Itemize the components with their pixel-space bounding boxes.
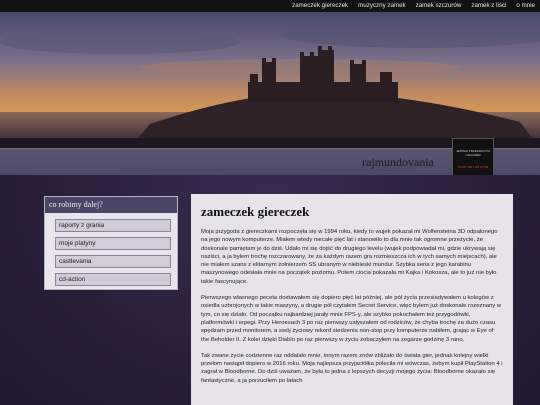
badge-line-1: JESTEM PRZEGRANYM GRACZEM [456, 149, 490, 157]
nav-item-zameczek-giereczek[interactable]: zameczek giereczek [287, 0, 353, 12]
header-image-castle [0, 12, 540, 148]
article-panel: zameczek giereczek Moja przygoda z giere… [191, 194, 513, 405]
article-title: zameczek giereczek [201, 204, 310, 219]
castle-illustration [0, 12, 540, 148]
sidebar-menu: co robimy dalej? raporty z grania moje p… [44, 196, 178, 290]
sidebar-item-castlevania[interactable]: castlevania [55, 255, 171, 268]
site-title: rajmundovania [362, 155, 434, 169]
nav-item-zamek-szczurow[interactable]: zamek szczurów [411, 0, 467, 12]
badge-line-3: FIGHT ME I AM CUTE [457, 165, 489, 169]
sidebar-heading: co robimy dalej? [45, 197, 177, 213]
sidebar-item-cd-action[interactable]: cd-action [55, 273, 171, 286]
article-paragraph-2: Pierwszego własnego peceta dostawałem si… [201, 295, 502, 343]
sidebar-item-raporty-z-grania[interactable]: raporty z grania [55, 219, 171, 232]
top-navigation: zameczek giereczek muzyczny zamek zamek … [0, 0, 540, 12]
sidebar-item-moje-platyny[interactable]: moje platyny [55, 237, 171, 250]
article-paragraph-3: Tak zwane życie codzienne raz oddalało m… [201, 352, 503, 384]
article-paragraph-1: Moja przygoda z giereczkami rozpoczęła s… [201, 229, 498, 285]
sidebar-list: raporty z grania moje platyny castlevani… [55, 219, 177, 286]
nav-item-o-mnie[interactable]: o mnie [511, 0, 540, 12]
nav-item-zamek-z-lisci[interactable]: zamek z liści [466, 0, 511, 12]
nav-item-muzyczny-zamek[interactable]: muzyczny zamek [353, 0, 410, 12]
